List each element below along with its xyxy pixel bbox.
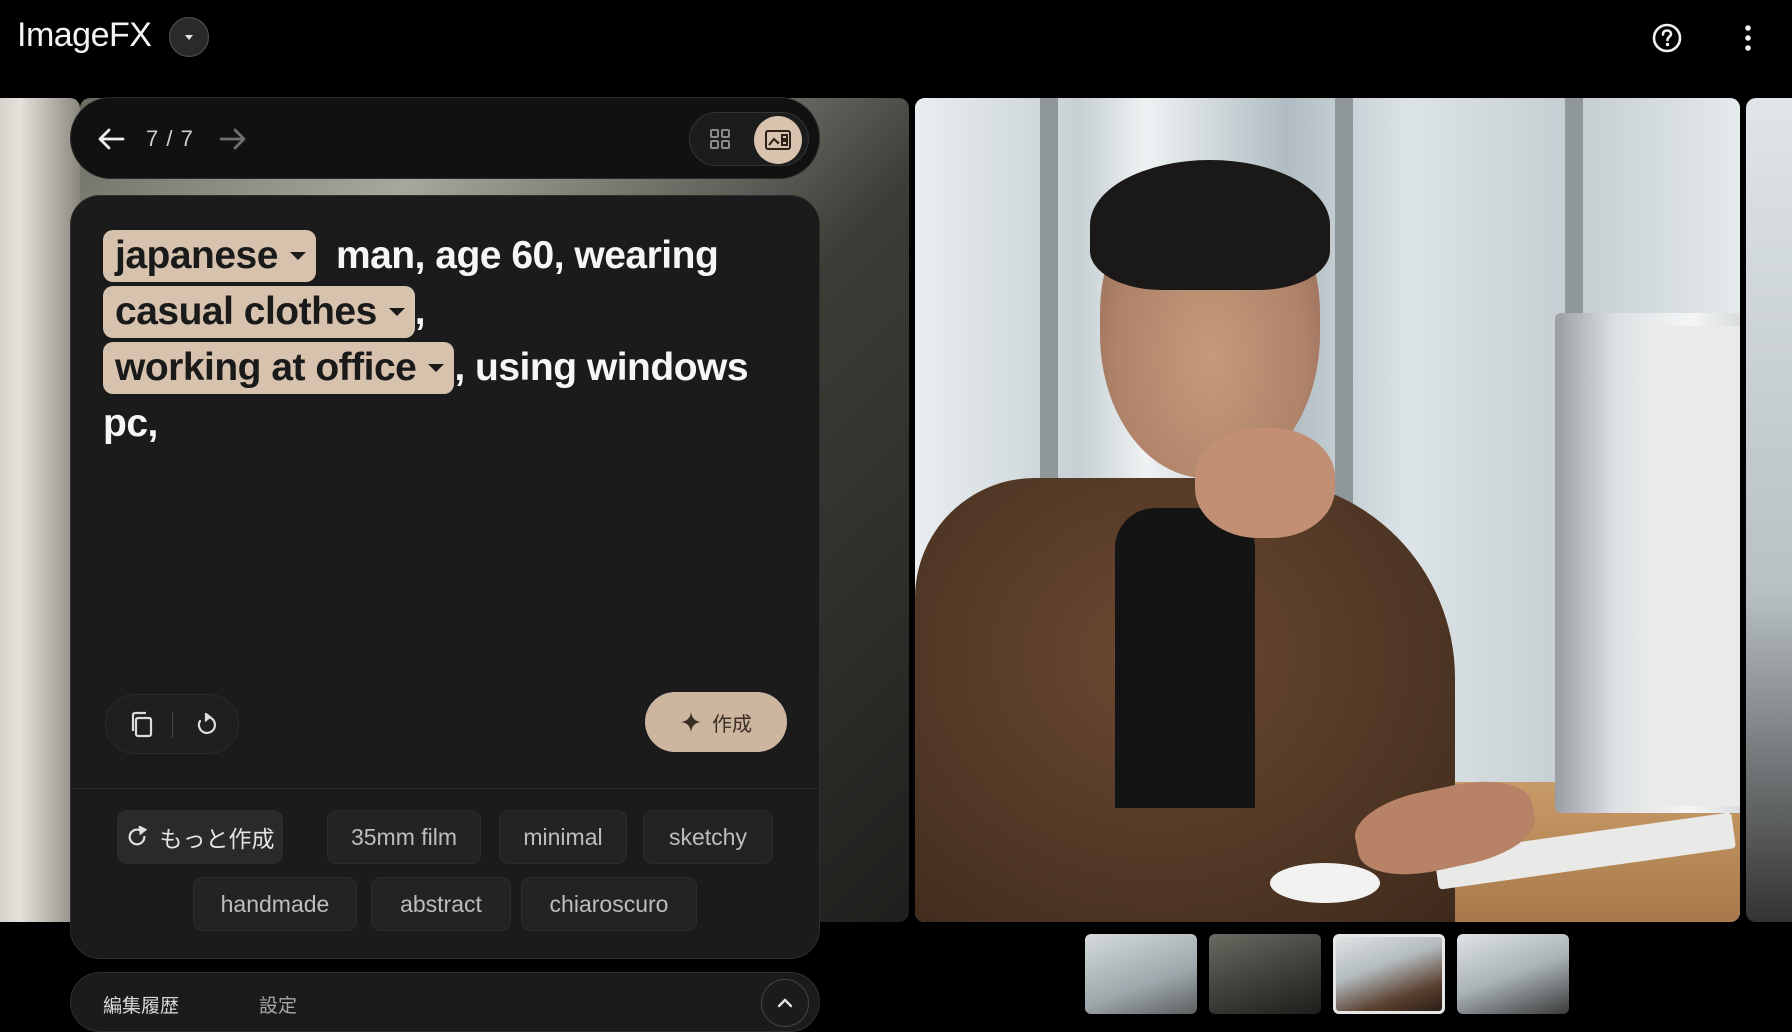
thumbnail-strip [1085, 934, 1575, 1014]
image-pager: 7 / 7 [70, 97, 820, 179]
sparkle-icon [681, 712, 701, 732]
thumbnail-image-selected[interactable] [1333, 934, 1445, 1014]
help-button[interactable] [1647, 18, 1687, 58]
divider [172, 712, 173, 738]
app-title: ImageFX [17, 16, 152, 54]
prompt-tools [105, 694, 239, 754]
chip-label: casual clothes [115, 290, 377, 333]
next-image-button[interactable] [213, 119, 253, 159]
mouse [1270, 863, 1380, 903]
prompt-text: , [414, 290, 426, 333]
person-hair [1090, 160, 1330, 290]
gallery-image-selected[interactable] [915, 98, 1740, 922]
tab-edit-history[interactable]: 編集履歴 [103, 991, 179, 1018]
arrow-left-icon [98, 128, 125, 150]
chevron-down-icon [185, 35, 193, 40]
create-button[interactable]: 作成 [645, 692, 787, 752]
help-circle-icon [1652, 23, 1682, 53]
thumbnail-image[interactable] [1209, 934, 1321, 1014]
suggestion-chip[interactable]: handmade [193, 877, 357, 931]
grid-icon [710, 129, 730, 149]
copy-icon [131, 711, 153, 738]
refresh-icon [197, 713, 217, 734]
prompt-text: man, age 60, wearing [335, 234, 719, 277]
person-shirt [1115, 508, 1255, 808]
view-toggle [689, 112, 809, 166]
prompt-text: , using windows [454, 346, 749, 389]
create-label: 作成 [712, 713, 752, 736]
prompt-panel: japanese man, age 60, wearing casual clot… [70, 195, 820, 959]
suggestion-chip[interactable]: abstract [371, 877, 511, 931]
suggestion-chip[interactable]: sketchy [643, 810, 773, 864]
chip-label: working at office [115, 346, 417, 389]
grid-view-button[interactable] [698, 117, 742, 161]
suggestion-chip[interactable]: chiaroscuro [521, 877, 697, 931]
previous-image-button[interactable] [91, 119, 131, 159]
thumbnail-image[interactable] [1457, 934, 1569, 1014]
person-hand [1195, 428, 1335, 538]
prompt-chip-clothing[interactable]: casual clothes [103, 286, 415, 338]
chevron-down-icon [289, 252, 306, 260]
collapse-panel-button[interactable] [761, 979, 809, 1027]
more-suggestions-button[interactable]: もっと作成 [117, 810, 283, 864]
prompt-chip-ethnicity[interactable]: japanese [103, 230, 316, 282]
prompt-text: pc, [103, 402, 158, 445]
model-menu-button[interactable] [169, 17, 209, 57]
more-suggestions-label: もっと作成 [159, 826, 275, 852]
single-view-button[interactable] [754, 116, 802, 164]
tab-settings[interactable]: 設定 [259, 991, 297, 1018]
gallery-image-next[interactable] [1746, 98, 1792, 922]
more-options-button[interactable] [1730, 18, 1766, 58]
refresh-icon [128, 826, 147, 846]
chip-label: japanese [115, 234, 278, 277]
chevron-down-icon [428, 364, 445, 372]
gallery-image-edge[interactable] [0, 98, 80, 922]
single-view-icon [765, 130, 791, 150]
chevron-down-icon [388, 308, 405, 316]
prompt-editor[interactable]: japanese man, age 60, wearing casual clot… [103, 228, 783, 452]
bottom-tabs: 編集履歴 設定 [70, 972, 820, 1032]
arrow-right-icon [219, 128, 246, 150]
thumbnail-image[interactable] [1085, 934, 1197, 1014]
divider [71, 788, 819, 789]
copy-prompt-button[interactable] [122, 705, 162, 745]
image-counter: 7 / 7 [146, 126, 194, 151]
suggestion-chip[interactable]: 35mm film [327, 810, 481, 864]
monitor-screen [1650, 326, 1740, 806]
prompt-chip-activity[interactable]: working at office [103, 342, 455, 394]
more-vert-icon [1745, 25, 1751, 51]
suggestion-chip[interactable]: minimal [499, 810, 627, 864]
reset-prompt-button[interactable] [186, 705, 226, 745]
top-bar: ImageFX [0, 0, 1792, 76]
